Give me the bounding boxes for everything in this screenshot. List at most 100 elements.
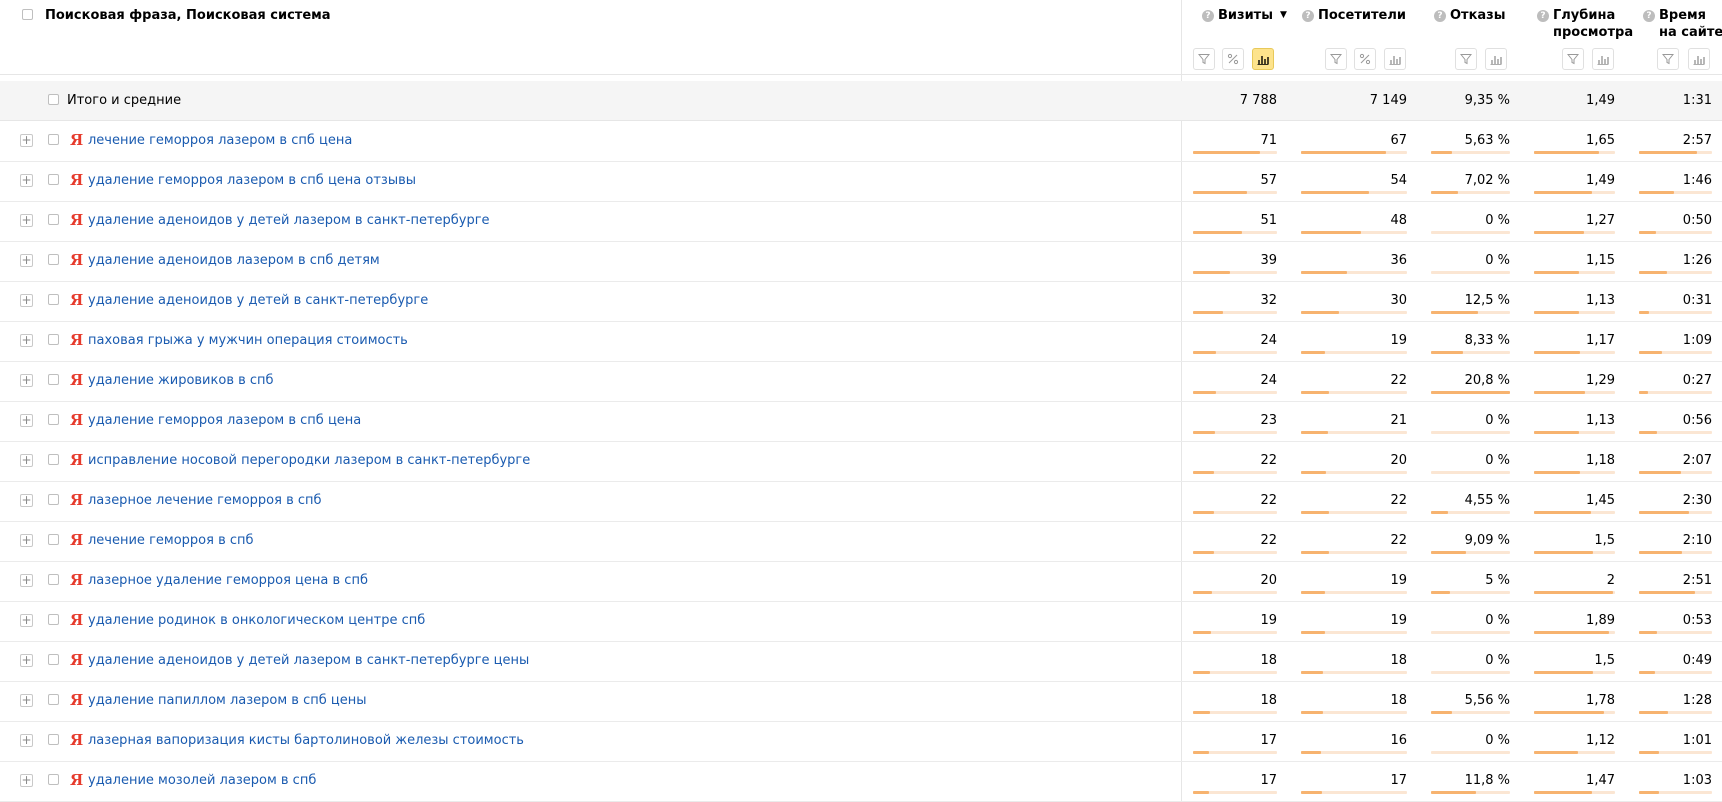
row-checkbox[interactable] xyxy=(48,214,59,225)
bar-fill-time xyxy=(1639,151,1697,154)
bar-track-depth xyxy=(1534,711,1615,714)
bar-track-time xyxy=(1639,791,1712,794)
totals-label: Итого и средние xyxy=(67,93,182,108)
bar-track-time xyxy=(1639,751,1712,754)
yandex-logo-icon: Я xyxy=(70,531,84,549)
search-phrase-link[interactable]: удаление родинок в онкологическом центре… xyxy=(88,613,425,628)
expand-icon[interactable]: + xyxy=(20,774,33,787)
search-phrase-link[interactable]: лазерная вапоризация кисты бартолиновой … xyxy=(88,733,524,748)
bar-track-time xyxy=(1639,351,1712,354)
cell-visits: 51 xyxy=(1260,213,1277,228)
expand-icon[interactable]: + xyxy=(20,134,33,147)
bar-fill-bounces xyxy=(1431,191,1458,194)
search-phrase-link[interactable]: удаление аденоидов у детей лазером в сан… xyxy=(88,213,490,228)
bar-fill-depth xyxy=(1534,711,1604,714)
bar-fill-visitors xyxy=(1301,791,1322,794)
help-icon[interactable]: ? xyxy=(1643,10,1655,22)
row-checkbox[interactable] xyxy=(48,614,59,625)
bar-track-visitors xyxy=(1301,751,1407,754)
bar-fill-bounces xyxy=(1431,791,1476,794)
bar-fill-visitors xyxy=(1301,231,1361,234)
search-phrase-link[interactable]: лазерное лечение геморроя в спб xyxy=(88,493,322,508)
bar-track-visits xyxy=(1193,791,1277,794)
expand-icon[interactable]: + xyxy=(20,574,33,587)
expand-icon[interactable]: + xyxy=(20,254,33,267)
expand-icon[interactable]: + xyxy=(20,214,33,227)
row-checkbox[interactable] xyxy=(48,294,59,305)
search-phrase-link[interactable]: лечение геморроя в спб xyxy=(88,533,254,548)
cell-bounces: 0 % xyxy=(1485,253,1510,268)
expand-icon[interactable]: + xyxy=(20,494,33,507)
expand-icon[interactable]: + xyxy=(20,454,33,467)
cell-visitors: 19 xyxy=(1390,333,1407,348)
search-phrase-link[interactable]: удаление аденоидов у детей лазером в сан… xyxy=(88,653,529,668)
cell-depth: 1,5 xyxy=(1594,533,1615,548)
row-checkbox[interactable] xyxy=(48,694,59,705)
search-phrase-link[interactable]: лазерное удаление геморроя цена в спб xyxy=(88,573,368,588)
metric-title-time[interactable]: Время на сайте xyxy=(1659,7,1722,41)
row-checkbox[interactable] xyxy=(48,254,59,265)
row-checkbox[interactable] xyxy=(48,374,59,385)
bar-fill-bounces xyxy=(1431,311,1478,314)
row-checkbox[interactable] xyxy=(48,134,59,145)
search-phrase-link[interactable]: удаление геморроя лазером в спб цена xyxy=(88,413,361,428)
bar-track-time xyxy=(1639,591,1712,594)
cell-visitors: 17 xyxy=(1390,773,1407,788)
bar-track-visits xyxy=(1193,151,1277,154)
search-phrase-link[interactable]: исправление носовой перегородки лазером … xyxy=(88,453,530,468)
search-phrase-link[interactable]: удаление жировиков в спб xyxy=(88,373,274,388)
row-checkbox[interactable] xyxy=(48,734,59,745)
expand-icon[interactable]: + xyxy=(20,334,33,347)
cell-visitors: 54 xyxy=(1390,173,1407,188)
row-checkbox[interactable] xyxy=(48,574,59,585)
expand-icon[interactable]: + xyxy=(20,374,33,387)
cell-depth: 1,18 xyxy=(1586,453,1615,468)
row-checkbox[interactable] xyxy=(48,654,59,665)
totals-checkbox[interactable] xyxy=(48,94,59,105)
bar-track-depth xyxy=(1534,191,1615,194)
table-row: + Ялазерное удаление геморроя цена в спб 2… xyxy=(0,561,1722,602)
bar-fill-depth xyxy=(1534,311,1579,314)
bar-fill-depth xyxy=(1534,231,1584,234)
bar-fill-bounces xyxy=(1431,551,1466,554)
expand-icon[interactable]: + xyxy=(20,294,33,307)
row-checkbox[interactable] xyxy=(48,454,59,465)
bar-fill-time xyxy=(1639,511,1689,514)
table-row: + Яудаление жировиков в спб 24 22 20,8 % 1,29… xyxy=(0,361,1722,402)
expand-icon[interactable]: + xyxy=(20,694,33,707)
cell-time: 1:26 xyxy=(1682,253,1712,268)
expand-icon[interactable]: + xyxy=(20,614,33,627)
cell-bounces: 20,8 % xyxy=(1464,373,1510,388)
search-phrase-link[interactable]: паховая грыжа у мужчин операция стоимост… xyxy=(88,333,408,348)
bar-chart-icon[interactable] xyxy=(1688,48,1710,70)
cell-depth: 1,27 xyxy=(1586,213,1615,228)
bar-fill-visitors xyxy=(1301,311,1339,314)
row-checkbox[interactable] xyxy=(48,414,59,425)
search-phrase-link[interactable]: удаление аденоидов лазером в спб детям xyxy=(88,253,380,268)
search-phrase-link[interactable]: удаление аденоидов у детей в санкт-петер… xyxy=(88,293,428,308)
expand-icon[interactable]: + xyxy=(20,734,33,747)
expand-icon[interactable]: + xyxy=(20,654,33,667)
expand-icon[interactable]: + xyxy=(20,414,33,427)
report-table: Поисковая фраза, Поисковая система ? Визи… xyxy=(0,0,1722,802)
table-row: + Яудаление геморроя лазером в спб цена о… xyxy=(0,161,1722,202)
filter-icon[interactable] xyxy=(1657,48,1679,70)
row-checkbox[interactable] xyxy=(48,534,59,545)
search-phrase-link[interactable]: удаление геморроя лазером в спб цена отз… xyxy=(88,173,416,188)
cell-visits: 19 xyxy=(1260,613,1277,628)
bar-track-bounces xyxy=(1431,271,1510,274)
expand-icon[interactable]: + xyxy=(20,534,33,547)
expand-icon[interactable]: + xyxy=(20,174,33,187)
search-phrase-link[interactable]: удаление мозолей лазером в спб xyxy=(88,773,316,788)
cell-bounces: 0 % xyxy=(1485,733,1510,748)
row-checkbox[interactable] xyxy=(48,174,59,185)
row-checkbox[interactable] xyxy=(48,334,59,345)
cell-depth: 1,15 xyxy=(1586,253,1615,268)
row-checkbox[interactable] xyxy=(48,774,59,785)
yandex-logo-icon: Я xyxy=(70,611,84,629)
bar-fill-depth xyxy=(1534,431,1579,434)
bar-fill-depth xyxy=(1534,551,1593,554)
search-phrase-link[interactable]: удаление папиллом лазером в спб цены xyxy=(88,693,367,708)
row-checkbox[interactable] xyxy=(48,494,59,505)
search-phrase-link[interactable]: лечение геморроя лазером в спб цена xyxy=(88,133,352,148)
